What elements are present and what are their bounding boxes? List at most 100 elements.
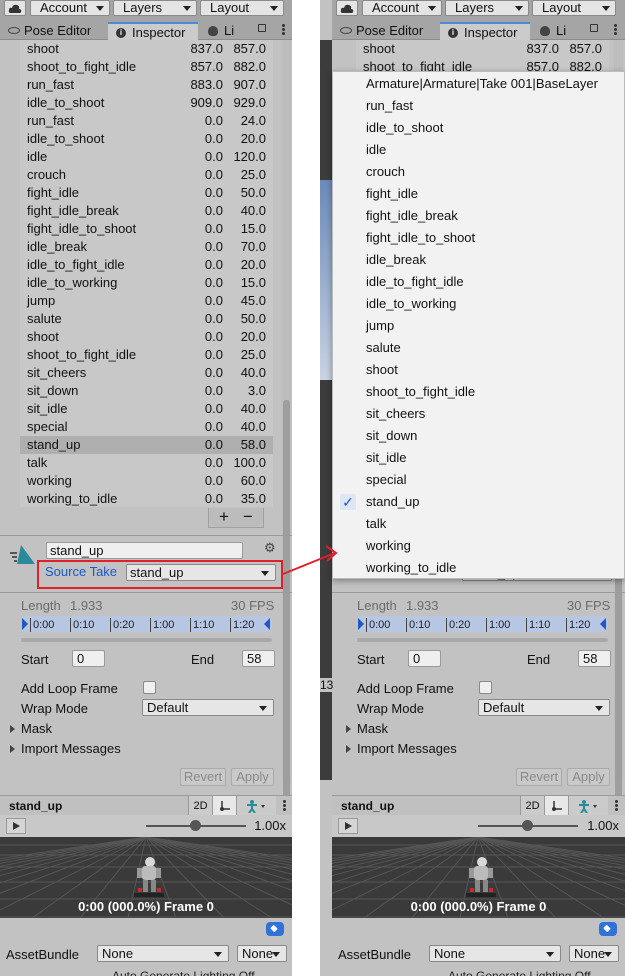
- timeline-scroll-track[interactable]: [357, 638, 608, 642]
- speed-slider-thumb[interactable]: [522, 820, 533, 831]
- add-loop-frame-checkbox[interactable]: [479, 681, 492, 694]
- source-take-option[interactable]: ✓ stand_up: [333, 491, 624, 513]
- apply-button[interactable]: Apply: [567, 768, 610, 786]
- end-marker-icon[interactable]: [264, 618, 270, 630]
- source-take-option[interactable]: sit_down: [333, 425, 624, 447]
- clip-row[interactable]: shoot 837.0 857.0: [20, 40, 273, 58]
- source-take-option[interactable]: idle: [333, 139, 624, 161]
- clip-row[interactable]: working_to_idle 0.0 35.0: [20, 490, 273, 508]
- source-take-option[interactable]: idle_to_fight_idle: [333, 271, 624, 293]
- add-loop-frame-checkbox[interactable]: [143, 681, 156, 694]
- inspector-scrollbar[interactable]: [282, 40, 291, 820]
- source-take-option[interactable]: idle_break: [333, 249, 624, 271]
- remove-clip-button[interactable]: −: [238, 508, 258, 526]
- asset-bundle-variant-dropdown[interactable]: None: [237, 945, 287, 962]
- start-field[interactable]: 0: [72, 650, 105, 667]
- source-take-option[interactable]: fight_idle_break: [333, 205, 624, 227]
- tab-lighting[interactable]: Li: [200, 22, 244, 40]
- asset-bundle-name-dropdown[interactable]: None: [97, 945, 229, 962]
- clip-row[interactable]: salute 0.0 50.0: [20, 310, 273, 328]
- clip-name-field[interactable]: stand_up: [46, 542, 243, 559]
- source-take-option[interactable]: salute: [333, 337, 624, 359]
- scrollbar-thumb[interactable]: [283, 400, 290, 820]
- clip-row[interactable]: idle_to_shoot 909.0 929.0: [20, 94, 273, 112]
- avatar-preview-dropdown[interactable]: [568, 796, 608, 816]
- tab-inspector[interactable]: i Inspector: [108, 22, 198, 40]
- layers-dropdown[interactable]: Layers: [445, 0, 529, 16]
- gear-icon[interactable]: ⚙: [264, 541, 276, 554]
- source-take-option[interactable]: crouch: [333, 161, 624, 183]
- source-take-option[interactable]: working: [333, 535, 624, 557]
- clip-row[interactable]: special 0.0 40.0: [20, 418, 273, 436]
- speed-slider-thumb[interactable]: [190, 820, 201, 831]
- tag-icon[interactable]: [266, 922, 284, 936]
- tab-pose-editor[interactable]: Pose Editor: [0, 22, 106, 40]
- source-take-option[interactable]: talk: [333, 513, 624, 535]
- source-take-option[interactable]: sit_idle: [333, 447, 624, 469]
- end-marker-icon[interactable]: [600, 618, 606, 630]
- asset-bundle-name-dropdown[interactable]: None: [429, 945, 561, 962]
- import-messages-foldout[interactable]: Import Messages: [346, 741, 457, 757]
- revert-button[interactable]: Revert: [180, 768, 226, 786]
- clip-row[interactable]: stand_up 0.0 58.0: [20, 436, 273, 454]
- clip-row[interactable]: idle_break 0.0 70.0: [20, 238, 273, 256]
- source-take-option[interactable]: idle_to_working: [333, 293, 624, 315]
- mode-2d-button[interactable]: 2D: [188, 796, 212, 816]
- asset-bundle-variant-dropdown[interactable]: None: [569, 945, 619, 962]
- source-take-option[interactable]: shoot: [333, 359, 624, 381]
- end-field[interactable]: 58: [242, 650, 275, 667]
- source-take-option[interactable]: special: [333, 469, 624, 491]
- lock-icon[interactable]: [590, 24, 598, 32]
- source-take-option[interactable]: fight_idle_to_shoot: [333, 227, 624, 249]
- clip-row[interactable]: sit_idle 0.0 40.0: [20, 400, 273, 418]
- wrap-mode-dropdown[interactable]: Default: [478, 699, 610, 716]
- clip-row[interactable]: shoot_to_fight_idle 0.0 25.0: [20, 346, 273, 364]
- tab-pose-editor[interactable]: Pose Editor: [332, 22, 438, 40]
- lock-icon[interactable]: [258, 24, 266, 32]
- pivot-toggle-button[interactable]: [544, 796, 568, 816]
- avatar-preview-dropdown[interactable]: [236, 796, 276, 816]
- source-take-option[interactable]: jump: [333, 315, 624, 337]
- clip-row[interactable]: fight_idle_to_shoot 0.0 15.0: [20, 220, 273, 238]
- source-take-option[interactable]: Armature|Armature|Take 001|BaseLayer: [333, 73, 624, 95]
- mode-2d-button[interactable]: 2D: [520, 796, 544, 816]
- clip-timeline[interactable]: 0:00 0:10 0:20 1:00 1:10 1:20: [21, 616, 272, 632]
- pivot-toggle-button[interactable]: [212, 796, 236, 816]
- clip-row[interactable]: shoot 0.0 20.0: [20, 328, 273, 346]
- import-messages-foldout[interactable]: Import Messages: [10, 741, 121, 757]
- tab-lighting[interactable]: Li: [532, 22, 576, 40]
- layers-dropdown[interactable]: Layers: [113, 0, 197, 16]
- clip-row[interactable]: crouch 0.0 25.0: [20, 166, 273, 184]
- start-marker-icon[interactable]: [358, 618, 364, 630]
- start-marker-icon[interactable]: [22, 618, 28, 630]
- timeline-scroll-track[interactable]: [21, 638, 272, 642]
- clip-row[interactable]: run_fast 0.0 24.0: [20, 112, 273, 130]
- clip-row[interactable]: shoot_to_fight_idle 857.0 882.0: [20, 58, 273, 76]
- clip-timeline[interactable]: 0:00 0:10 0:20 1:00 1:10 1:20: [357, 616, 608, 632]
- kebab-menu-icon[interactable]: [282, 24, 285, 35]
- account-dropdown[interactable]: Account: [30, 0, 110, 16]
- source-take-option[interactable]: fight_idle: [333, 183, 624, 205]
- clip-row[interactable]: working 0.0 60.0: [20, 472, 273, 490]
- kebab-menu-icon[interactable]: [283, 800, 286, 811]
- cloud-button[interactable]: [4, 0, 26, 16]
- start-field[interactable]: 0: [408, 650, 441, 667]
- layout-dropdown[interactable]: Layout: [532, 0, 616, 16]
- mask-foldout[interactable]: Mask: [9, 721, 52, 737]
- clip-row[interactable]: shoot 837.0 857.0: [356, 40, 609, 58]
- clip-row[interactable]: sit_down 0.0 3.0: [20, 382, 273, 400]
- source-take-option[interactable]: sit_cheers: [333, 403, 624, 425]
- kebab-menu-icon[interactable]: [614, 24, 617, 35]
- source-take-option[interactable]: run_fast: [333, 95, 624, 117]
- clip-row[interactable]: jump 0.0 45.0: [20, 292, 273, 310]
- revert-button[interactable]: Revert: [516, 768, 562, 786]
- clip-row[interactable]: idle_to_fight_idle 0.0 20.0: [20, 256, 273, 274]
- source-take-option[interactable]: idle_to_shoot: [333, 117, 624, 139]
- add-clip-button[interactable]: +: [214, 508, 234, 526]
- kebab-menu-icon[interactable]: [615, 800, 618, 811]
- clip-row[interactable]: fight_idle 0.0 50.0: [20, 184, 273, 202]
- layout-dropdown[interactable]: Layout: [200, 0, 284, 16]
- cloud-button[interactable]: [336, 0, 358, 16]
- preview-viewport[interactable]: 0:00 (000.0%) Frame 0: [332, 837, 625, 918]
- end-field[interactable]: 58: [578, 650, 611, 667]
